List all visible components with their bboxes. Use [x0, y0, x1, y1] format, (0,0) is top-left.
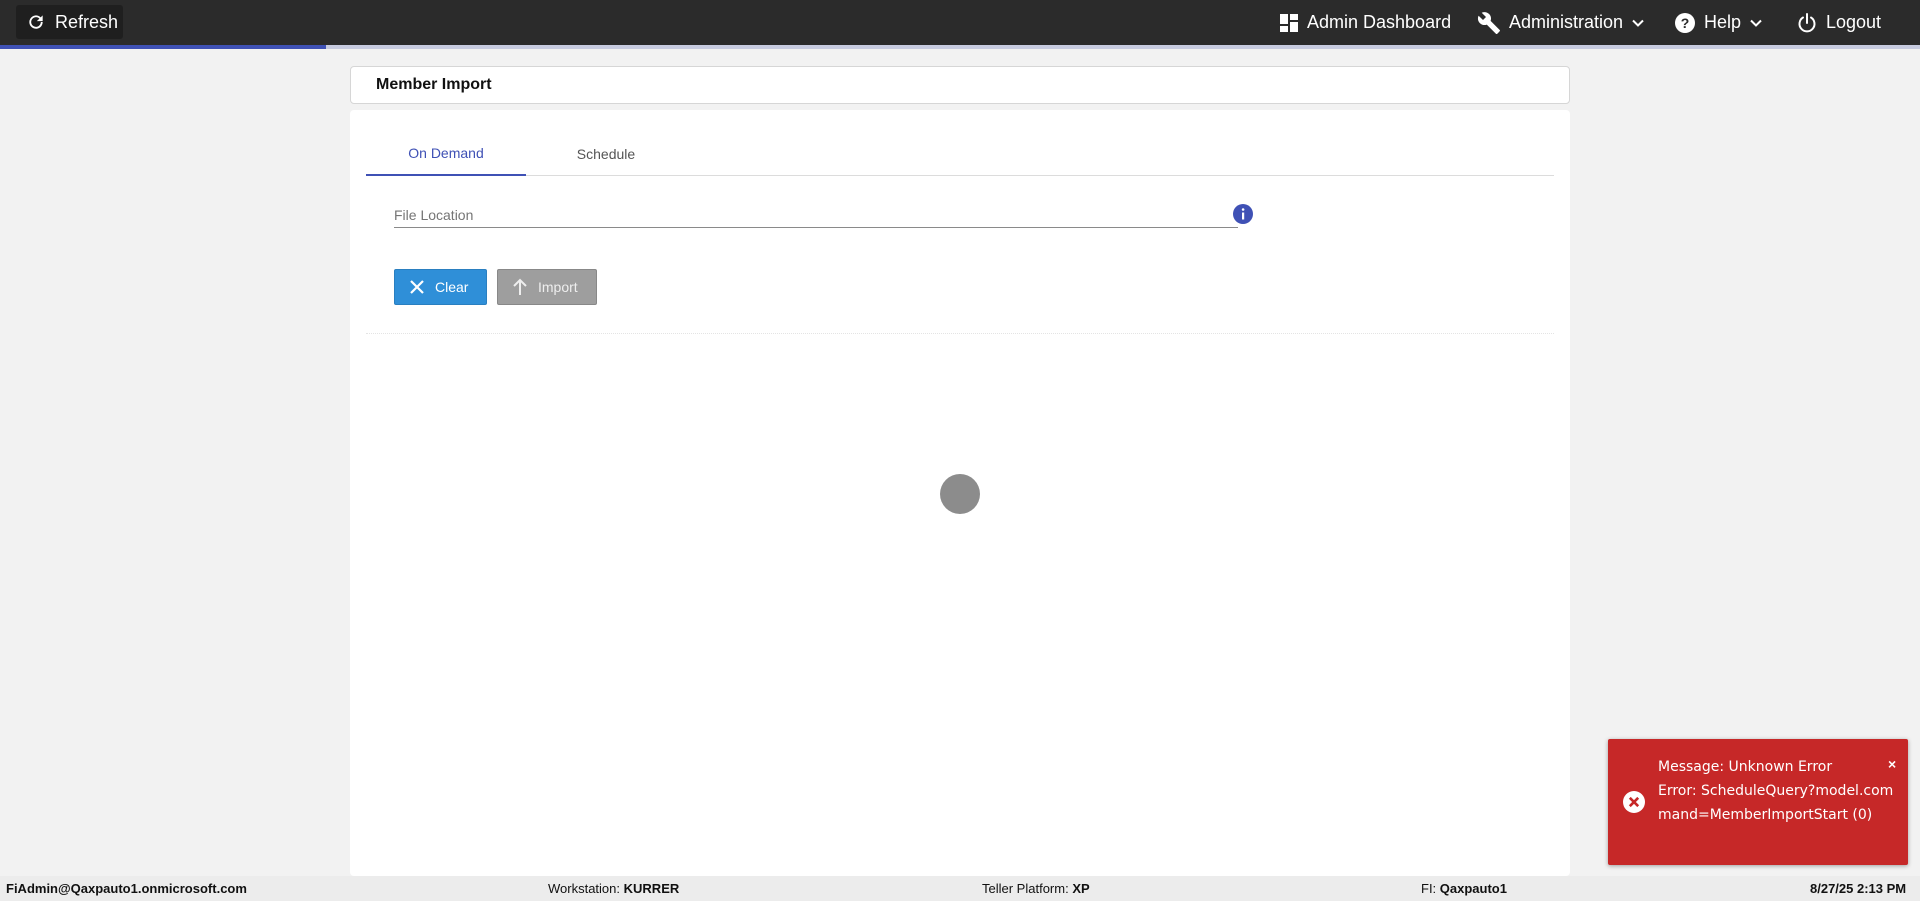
- status-user: FiAdmin@Qaxpauto1.onmicrosoft.com: [6, 881, 247, 896]
- admin-dashboard-label: Admin Dashboard: [1307, 12, 1452, 32]
- refresh-button[interactable]: Refresh: [16, 5, 123, 39]
- info-icon[interactable]: [1232, 203, 1254, 225]
- loading-progress-bar: [0, 45, 1920, 49]
- help-menu[interactable]: ? Help: [1674, 0, 1763, 45]
- tab-bar: On Demand Schedule: [366, 131, 1554, 176]
- fi-value: Qaxpauto1: [1439, 881, 1507, 896]
- toast-message-line: Message: Unknown Error: [1658, 759, 1833, 775]
- toast-error-detail: Error: ScheduleQuery?model.command=Membe…: [1658, 783, 1894, 823]
- error-circle-icon: [1623, 791, 1645, 813]
- section-divider: [366, 333, 1554, 334]
- arrow-up-icon: [513, 278, 527, 295]
- workstation-value: KURRER: [623, 881, 680, 896]
- platform-value: XP: [1072, 881, 1090, 896]
- import-button[interactable]: Import: [497, 269, 597, 305]
- member-import-panel: On Demand Schedule Clear Import: [350, 110, 1570, 876]
- logout-label: Logout: [1826, 12, 1882, 32]
- toast-message: Message: Unknown Error Error: ScheduleQu…: [1658, 755, 1894, 827]
- help-circle-icon: ?: [1675, 12, 1695, 33]
- status-workstation: Workstation: KURRER: [548, 876, 679, 901]
- status-fi: FI: Qaxpauto1: [1421, 876, 1507, 901]
- loading-spinner: [940, 474, 980, 514]
- status-bar: FiAdmin@Qaxpauto1.onmicrosoft.com Workst…: [0, 876, 1920, 901]
- platform-label: Teller Platform:: [982, 881, 1069, 896]
- refresh-label: Refresh: [55, 11, 119, 32]
- administration-label: Administration: [1509, 12, 1624, 32]
- clear-label: Clear: [435, 279, 469, 295]
- help-label: Help: [1704, 12, 1742, 32]
- file-location-input[interactable]: [394, 204, 1238, 226]
- tab-on-demand[interactable]: On Demand: [366, 131, 526, 176]
- import-label: Import: [538, 279, 578, 295]
- loading-progress-fill: [0, 45, 327, 49]
- top-nav-bar: Refresh Admin Dashboard Administration ?…: [0, 0, 1920, 45]
- fi-label: FI:: [1421, 881, 1437, 896]
- chevron-down-icon: [1632, 19, 1644, 27]
- status-teller-platform: Teller Platform: XP: [982, 876, 1090, 901]
- error-toast: × Message: Unknown Error Error: Schedule…: [1608, 739, 1908, 865]
- chevron-down-icon: [1750, 19, 1762, 27]
- clear-button[interactable]: Clear: [394, 269, 487, 305]
- refresh-icon: [29, 15, 43, 29]
- page-title-card: Member Import: [350, 66, 1570, 104]
- dashboard-icon: [1280, 13, 1298, 32]
- administration-menu[interactable]: Administration: [1477, 0, 1645, 45]
- power-icon: [1798, 12, 1816, 32]
- wrench-icon: [1477, 11, 1500, 34]
- svg-text:?: ?: [1681, 15, 1690, 31]
- admin-dashboard-link[interactable]: Admin Dashboard: [1279, 0, 1451, 45]
- logout-button[interactable]: Logout: [1796, 0, 1881, 45]
- close-icon: [410, 280, 424, 294]
- tab-schedule[interactable]: Schedule: [526, 131, 686, 176]
- status-datetime: 8/27/25 2:13 PM: [1810, 881, 1907, 896]
- file-location-field: [394, 204, 1238, 228]
- workstation-label: Workstation:: [548, 881, 621, 896]
- page-title: Member Import: [376, 76, 492, 93]
